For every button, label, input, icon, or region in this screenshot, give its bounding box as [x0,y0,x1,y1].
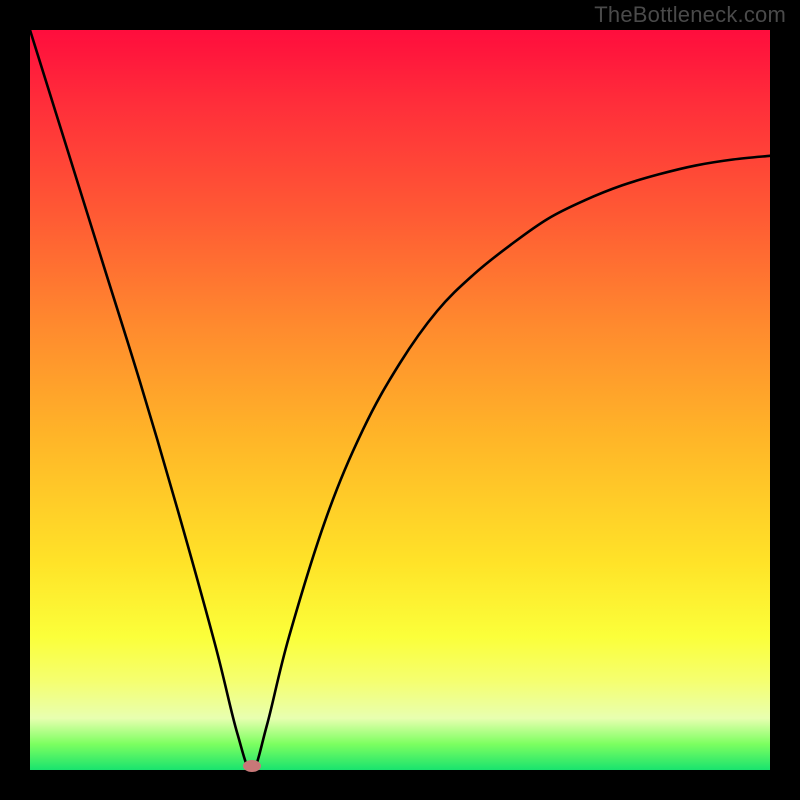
plot-area [30,30,770,770]
curve-svg [30,30,770,770]
chart-frame: TheBottleneck.com [0,0,800,800]
minimum-marker [243,760,261,772]
bottleneck-curve-path [30,30,770,770]
watermark-text: TheBottleneck.com [594,2,786,28]
